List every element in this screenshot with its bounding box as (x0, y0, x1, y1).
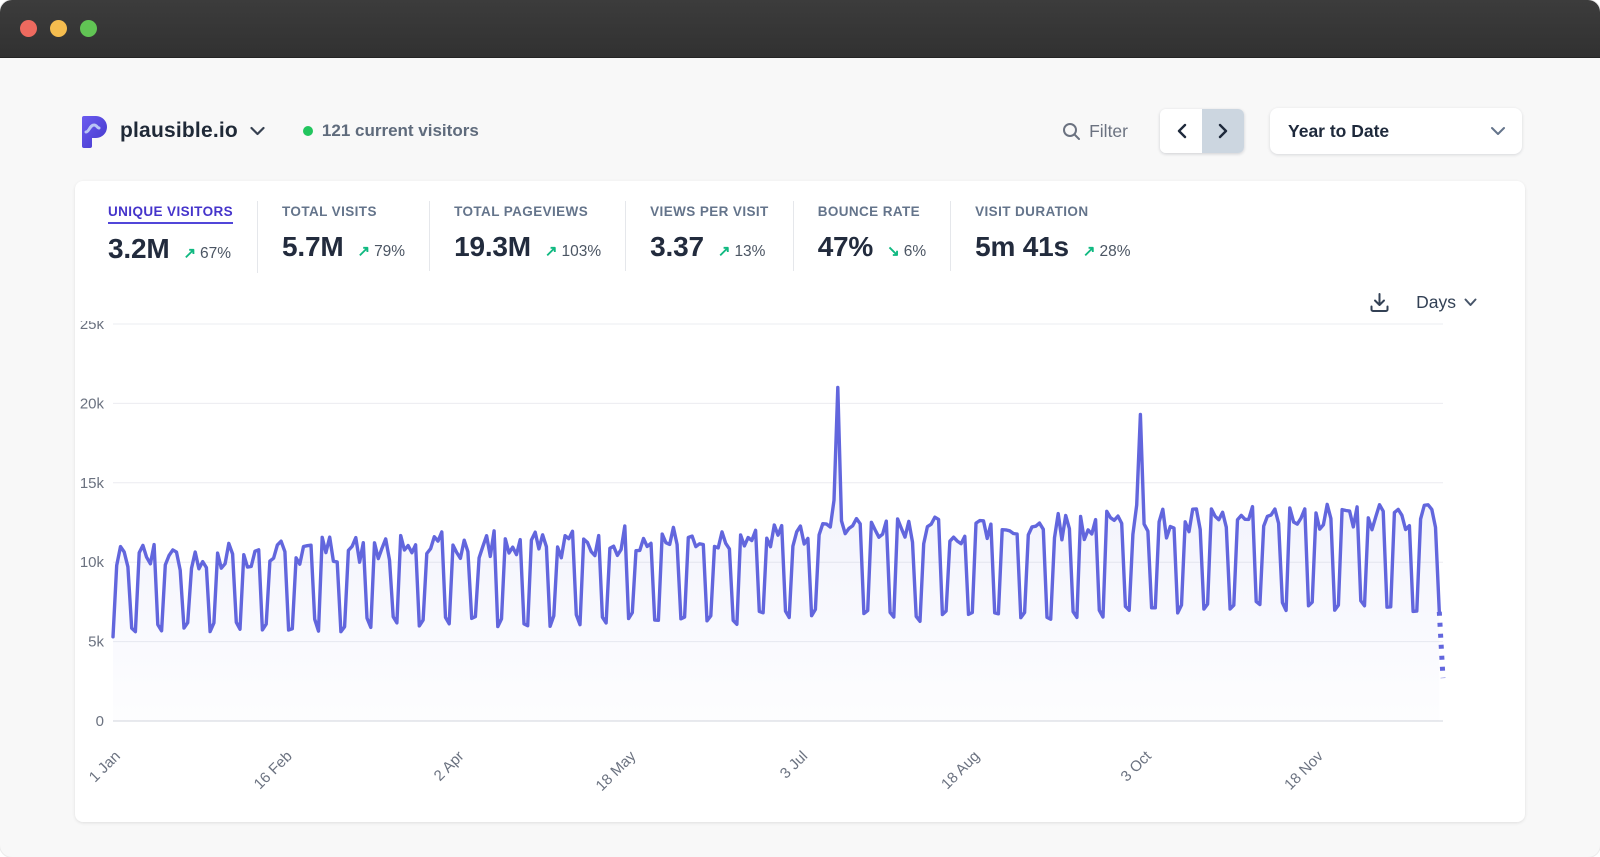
chevron-down-icon (1464, 298, 1477, 307)
metric-value: 5m 41s (975, 231, 1069, 263)
metric-change: ↗103% (545, 242, 601, 261)
metric-total-visits[interactable]: TOTAL VISITS 5.7M ↗79% (258, 201, 430, 271)
metric-bounce-rate[interactable]: BOUNCE RATE 47% ↘6% (794, 201, 951, 271)
metric-change-value: 13% (734, 243, 765, 261)
current-visitors[interactable]: 121 current visitors (303, 121, 479, 141)
trend-up-icon: ↗ (545, 242, 558, 260)
trend-up-icon: ↗ (183, 244, 196, 262)
dashboard-header: plausible.io 121 current visitors Filter (0, 58, 1600, 154)
site-selector[interactable]: plausible.io 121 current visitors (80, 114, 479, 148)
search-icon (1062, 122, 1081, 141)
chevron-down-icon (1490, 126, 1506, 136)
close-window-button[interactable] (20, 20, 37, 37)
trend-up-icon: ↗ (718, 242, 731, 260)
filter-button[interactable]: Filter (1056, 120, 1134, 143)
x-tick-label: 18 Nov (1281, 747, 1327, 793)
date-range-label: Year to Date (1288, 121, 1389, 142)
chart-toolbar: Days (75, 273, 1525, 319)
traffic-lights (20, 20, 97, 37)
metric-visit-duration[interactable]: VISIT DURATION 5m 41s ↗28% (951, 201, 1154, 271)
live-dot-icon (303, 126, 313, 136)
download-icon[interactable] (1369, 292, 1390, 313)
trend-up-icon: ↗ (357, 242, 370, 260)
interval-label: Days (1416, 292, 1456, 313)
header-controls: Filter Year to Date (1056, 108, 1522, 154)
metric-value: 3.37 (650, 231, 704, 263)
metric-label: UNIQUE VISITORS (108, 204, 233, 224)
metrics-row: UNIQUE VISITORS3.2M↗67%TOTAL VISITS5.7M↗… (75, 201, 1525, 273)
metric-change-value: 67% (200, 245, 231, 263)
metric-change-value: 6% (904, 243, 926, 261)
y-tick-label: 20k (80, 395, 105, 412)
zoom-window-button[interactable] (80, 20, 97, 37)
x-tick-label: 3 Jul (777, 748, 811, 782)
metric-total-pageviews[interactable]: TOTAL PAGEVIEWS 19.3M ↗103% (430, 201, 626, 271)
metric-value: 3.2M (108, 233, 169, 265)
x-tick-label: 3 Oct (1118, 747, 1156, 785)
metric-label: VIEWS PER VISIT (650, 204, 769, 222)
interval-dropdown[interactable]: Days (1416, 292, 1477, 313)
site-name: plausible.io (120, 119, 238, 143)
analytics-card: UNIQUE VISITORS3.2M↗67%TOTAL VISITS5.7M↗… (75, 181, 1525, 822)
metric-value: 5.7M (282, 231, 343, 263)
metric-label: BOUNCE RATE (818, 204, 920, 222)
metric-value: 47% (818, 231, 873, 263)
current-visitors-label: 121 current visitors (322, 121, 479, 141)
metric-change: ↗67% (183, 244, 231, 263)
metric-label: VISIT DURATION (975, 204, 1088, 222)
metric-views-per-visit[interactable]: VIEWS PER VISIT 3.37 ↗13% (626, 201, 794, 271)
metric-change-value: 28% (1099, 243, 1130, 261)
y-tick-label: 10k (80, 554, 105, 571)
filter-label: Filter (1089, 121, 1128, 142)
date-range-dropdown[interactable]: Year to Date (1270, 108, 1522, 154)
window-titlebar (0, 0, 1600, 58)
chart-canvas: 0 5k 10k 15k 20k 25k 1 Jan 16 Feb 2 Apr 18 May 3 J… (75, 321, 1525, 803)
y-tick-label: 25k (80, 321, 105, 333)
x-tick-label: 18 May (593, 747, 640, 794)
plausible-logo-icon (80, 114, 110, 148)
metric-label: TOTAL PAGEVIEWS (454, 204, 588, 222)
metric-change: ↗13% (718, 242, 766, 261)
trend-down-icon: ↘ (887, 242, 900, 260)
metric-label: TOTAL VISITS (282, 204, 377, 222)
metric-change: ↗79% (357, 242, 405, 261)
metric-unique-visitors[interactable]: UNIQUE VISITORS 3.2M ↗67% (108, 201, 258, 273)
browser-window: plausible.io 121 current visitors Filter (0, 0, 1600, 857)
y-tick-label: 0 (96, 713, 104, 730)
x-tick-label: 18 Aug (938, 748, 983, 793)
date-nav (1160, 109, 1244, 153)
minimize-window-button[interactable] (50, 20, 67, 37)
y-tick-label: 15k (80, 475, 105, 492)
next-period-button[interactable] (1202, 109, 1244, 153)
y-tick-label: 5k (88, 634, 104, 651)
x-tick-label: 1 Jan (86, 748, 124, 786)
visitors-chart[interactable]: 0 5k 10k 15k 20k 25k 1 Jan 16 Feb 2 Apr 18 May 3 J… (75, 321, 1525, 808)
x-tick-label: 16 Feb (251, 748, 296, 793)
prev-period-button[interactable] (1160, 109, 1202, 153)
metric-change-value: 103% (562, 243, 602, 261)
metric-change: ↗28% (1083, 242, 1131, 261)
metric-change: ↘6% (887, 242, 926, 261)
metric-value: 19.3M (454, 231, 531, 263)
metric-change-value: 79% (374, 243, 405, 261)
trend-up-icon: ↗ (1083, 242, 1096, 260)
chevron-down-icon (250, 126, 265, 136)
x-tick-label: 2 Apr (431, 748, 468, 785)
